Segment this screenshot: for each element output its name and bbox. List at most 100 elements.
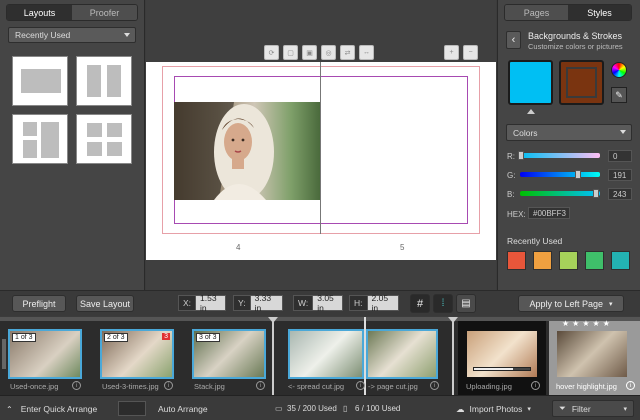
film-photo[interactable]: 3 of 3	[192, 329, 266, 379]
import-photos-button[interactable]: ☁ Import Photos ▾	[456, 401, 542, 417]
styles-panel: Pages Styles ‹ Backgrounds & Strokes Cus…	[497, 0, 640, 290]
recent-color-swatch[interactable]	[585, 251, 604, 270]
colors-dropdown[interactable]: Colors	[506, 124, 632, 141]
layout-thumb-two-vertical[interactable]	[76, 56, 132, 106]
tab-styles[interactable]: Styles	[568, 5, 631, 20]
r-slider-track[interactable]	[520, 153, 600, 158]
x-value[interactable]: 1.53 in	[196, 293, 225, 313]
x-label: X:	[179, 296, 197, 310]
h-field[interactable]: H: 2.05 in	[349, 293, 399, 313]
filter-button[interactable]: ⏷ Filter ▾	[552, 400, 634, 417]
spread-page[interactable]	[146, 62, 496, 260]
spreads-used-count: 35 / 200 Used	[287, 404, 337, 413]
image-icon[interactable]: ◎	[321, 45, 336, 60]
g-slider-handle[interactable]	[575, 170, 581, 179]
tab-layouts[interactable]: Layouts	[7, 5, 72, 20]
info-icon[interactable]: i	[626, 381, 635, 390]
divider-marker	[448, 317, 458, 323]
layout-thumb-three[interactable]	[12, 114, 68, 164]
save-layout-button[interactable]: Save Layout	[76, 295, 134, 312]
r-value-field[interactable]: 0	[608, 150, 632, 162]
film-photo[interactable]: 2 of 3 3	[100, 329, 174, 379]
recent-color-swatch[interactable]	[507, 251, 526, 270]
spreads-icon: ▭	[275, 404, 283, 413]
stack-badge: 1 of 3	[12, 333, 36, 342]
recent-color-swatch[interactable]	[559, 251, 578, 270]
back-button[interactable]: ‹	[506, 31, 521, 49]
chevron-down-icon: ▾	[527, 406, 531, 413]
b-slider-track[interactable]	[520, 191, 600, 196]
photo-caption: Used-once.jpg	[10, 382, 59, 391]
layout-thumb-single[interactable]	[12, 56, 68, 106]
pages-icon: ▯	[343, 404, 348, 413]
guides-icon[interactable]: ⁞	[433, 294, 453, 313]
r-slider-handle[interactable]	[518, 151, 524, 160]
film-photo[interactable]	[288, 329, 364, 379]
info-icon[interactable]: i	[256, 381, 265, 390]
spread-divider	[452, 317, 454, 395]
w-value[interactable]: 3.05 in	[313, 293, 342, 313]
fill-color-well[interactable]	[508, 60, 553, 105]
rotate-icon[interactable]: ⟳	[264, 45, 279, 60]
g-slider-track[interactable]	[520, 172, 600, 177]
tab-pages[interactable]: Pages	[505, 5, 568, 20]
filter-icon: ⏷	[559, 403, 566, 413]
auto-arrange-toggle[interactable]	[118, 401, 146, 416]
tab-proofer[interactable]: Proofer	[72, 5, 137, 20]
apply-label: Apply to Left Page	[529, 298, 604, 309]
layout-filter-dropdown[interactable]: Recently Used	[8, 27, 136, 43]
remove-icon[interactable]: −	[463, 45, 478, 60]
page-number-left: 4	[236, 243, 241, 252]
stroke-color-well[interactable]	[559, 60, 604, 105]
bride-photo[interactable]	[174, 102, 320, 200]
info-icon[interactable]: i	[531, 381, 540, 390]
apply-to-left-page-button[interactable]: Apply to Left Page ▾	[518, 295, 624, 312]
info-icon[interactable]: i	[356, 381, 365, 390]
recent-color-swatch[interactable]	[533, 251, 552, 270]
photo-caption: Uploading.jpg	[466, 382, 512, 391]
fit-icon[interactable]: ▣	[302, 45, 317, 60]
grid-icon[interactable]: #	[410, 294, 430, 313]
divider-marker	[268, 317, 278, 323]
preflight-button[interactable]: Preflight	[12, 295, 66, 312]
spine-line	[320, 62, 321, 234]
auto-arrange-label[interactable]: Auto Arrange	[158, 404, 208, 414]
photo-caption: <- spread cut.jpg	[288, 382, 345, 391]
add-icon[interactable]: +	[444, 45, 459, 60]
eyedropper-icon[interactable]: ✎	[611, 87, 627, 103]
swap-icon[interactable]: ⇄	[340, 45, 355, 60]
g-value-field[interactable]: 191	[608, 169, 632, 181]
chevron-up-icon: ⌃	[6, 404, 13, 414]
recent-color-swatch[interactable]	[611, 251, 630, 270]
info-icon[interactable]: i	[164, 381, 173, 390]
film-photo[interactable]	[555, 329, 629, 379]
flip-icon[interactable]: ↔	[359, 45, 374, 60]
filmstrip-scroll-left[interactable]	[2, 339, 6, 369]
info-icon[interactable]: i	[72, 381, 81, 390]
recently-used-label: Recently Used	[507, 236, 563, 246]
b-slider-handle[interactable]	[593, 189, 599, 198]
r-label: R:	[507, 152, 515, 161]
layout-photo-slot	[107, 123, 122, 137]
section-subtitle: Customize colors or pictures	[528, 42, 623, 51]
y-value[interactable]: 3.33 in	[250, 293, 282, 313]
stack-badge: 3 of 3	[196, 333, 220, 342]
layers-icon[interactable]: ▤	[456, 294, 476, 313]
crop-icon[interactable]: ▢	[283, 45, 298, 60]
h-value[interactable]: 2.05 in	[367, 293, 398, 313]
quick-arrange-button[interactable]: ⌃ Enter Quick Arrange	[6, 401, 108, 417]
b-label: B:	[507, 190, 515, 199]
film-photo[interactable]	[366, 329, 438, 379]
color-wheel-icon[interactable]	[611, 62, 627, 78]
x-field[interactable]: X: 1.53 in	[178, 293, 226, 313]
hex-value-field[interactable]: #00BFF3	[528, 207, 570, 219]
layout-photo-slot	[107, 142, 122, 156]
film-photo-uploading[interactable]	[465, 329, 539, 379]
y-field[interactable]: Y: 3.33 in	[233, 293, 283, 313]
w-field[interactable]: W: 3.05 in	[293, 293, 343, 313]
film-photo[interactable]: 1 of 3	[8, 329, 82, 379]
b-value-field[interactable]: 243	[608, 188, 632, 200]
rating-stars-icon[interactable]: ★★★★★	[562, 319, 613, 328]
info-icon[interactable]: i	[430, 381, 439, 390]
layout-thumb-four-grid[interactable]	[76, 114, 132, 164]
